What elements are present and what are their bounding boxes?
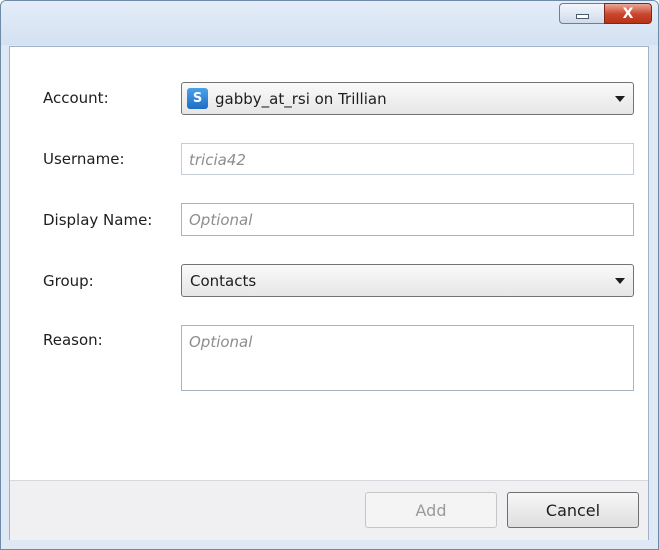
display-name-placeholder: Optional <box>189 211 253 229</box>
display-name-input[interactable]: Optional <box>181 203 634 236</box>
group-select[interactable]: Contacts <box>181 264 634 297</box>
minimize-icon <box>575 14 589 19</box>
reason-label: Reason: <box>43 331 103 349</box>
title-bar[interactable]: X <box>1 1 658 45</box>
chevron-down-icon <box>615 278 625 284</box>
username-input[interactable]: tricia42 <box>181 143 634 175</box>
username-placeholder: tricia42 <box>189 151 246 169</box>
close-button[interactable]: X <box>604 3 652 24</box>
cancel-button[interactable]: Cancel <box>507 492 639 528</box>
close-icon: X <box>622 5 634 22</box>
dialog-body: Account: S gabby_at_rsi on Trillian User… <box>9 46 649 540</box>
reason-textarea[interactable]: Optional <box>181 325 634 391</box>
display-name-label: Display Name: <box>43 211 153 229</box>
username-label: Username: <box>43 150 125 168</box>
group-label: Group: <box>43 272 94 290</box>
dialog-footer: Add Cancel <box>10 480 648 540</box>
window-controls: X <box>559 3 652 24</box>
minimize-button[interactable] <box>559 3 604 24</box>
add-button[interactable]: Add <box>365 492 497 528</box>
trillian-icon: S <box>187 88 208 109</box>
account-select-value: gabby_at_rsi on Trillian <box>215 90 387 108</box>
account-label: Account: <box>43 89 109 107</box>
group-select-value: Contacts <box>190 272 257 290</box>
account-select[interactable]: S gabby_at_rsi on Trillian <box>181 82 634 115</box>
add-contact-dialog: X Account: S gabby_at_rsi on Trillian Us… <box>0 0 659 550</box>
chevron-down-icon <box>615 96 625 102</box>
reason-placeholder: Optional <box>189 333 253 351</box>
